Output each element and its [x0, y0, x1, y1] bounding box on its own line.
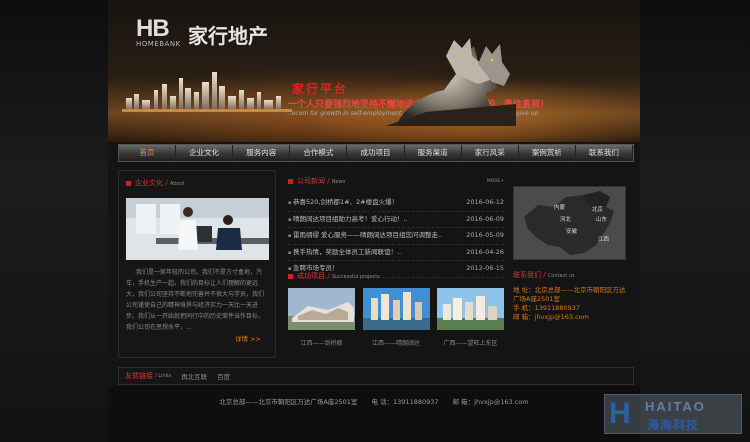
news-item[interactable]: 雷雨绸缪 爱心服务——晴朗阔达项目组您问调整走..2016-05-09: [288, 228, 504, 245]
nav-item-contact[interactable]: 联系我们: [576, 145, 633, 161]
nav-item-channels[interactable]: 服务渠道: [405, 145, 462, 161]
footer: 北京总部——北京市朝阳区万达广场A座2501室 电 话：13911880937 …: [108, 386, 640, 442]
watermark-cn: 海淘科技: [647, 418, 700, 432]
logo-subtitle: HOMEBANK: [136, 40, 181, 48]
news-title: 公司新闻 / News: [288, 176, 504, 186]
friend-link[interactable]: 再北互联: [181, 371, 207, 381]
nav-item-culture[interactable]: 企业文化: [176, 145, 234, 161]
nav-item-projects[interactable]: 成功项目: [347, 145, 405, 161]
projects-title: 成功项目 / Successful projects: [288, 271, 504, 281]
news-item[interactable]: 携手热情，奖励全体员工新闻联谊！..2016-04-26: [288, 245, 504, 261]
project-thumbnail: [288, 288, 355, 330]
brand-name: 家行地产: [188, 24, 268, 48]
nav-item-home[interactable]: 首页: [119, 145, 177, 161]
office-photo: [126, 198, 269, 260]
news-more-link[interactable]: MORE+: [487, 179, 504, 184]
map-label: 北京: [592, 207, 604, 213]
map-label: 江西: [598, 237, 610, 243]
square-bullet-icon: [288, 178, 293, 184]
project-caption: 江西——晴朗阔达: [371, 340, 420, 347]
footer-info: 北京总部——北京市朝阳区万达广场A座2501室 电 话：13911880937 …: [108, 396, 640, 406]
map-shape-icon: [524, 191, 614, 255]
project-thumbnail: [437, 288, 504, 330]
project-item[interactable]: 广西——望旺上东区: [437, 288, 504, 347]
projects-panel: 成功项目 / Successful projects 江西——剑桥郡 江西——晴: [284, 268, 508, 358]
project-caption: 江西——剑桥郡: [300, 340, 343, 347]
main-nav: 首页 企业文化 服务内容 合作模式 成功项目 服务渠道 家行风采 案例赏析 联系…: [118, 144, 634, 162]
header-banner: HB HOMEBANK 家行地产 家行平台 一个人只要强烈地坚持不懈地追求，他就…: [108, 0, 640, 142]
nav-item-services[interactable]: 服务内容: [233, 145, 291, 161]
wolves-image: [386, 38, 516, 126]
logo-letters: HB: [136, 15, 170, 42]
links-title: 友情链接: [125, 372, 153, 380]
contact-email[interactable]: 邮 箱：jhvxjp@163.com: [513, 313, 626, 322]
project-thumbnail: [362, 288, 430, 330]
watermark-logo: H HAITAO 海淘科技: [604, 394, 742, 434]
city-skyline-image: [122, 72, 292, 112]
about-panel: 企业文化 / About 我们是一家年轻的公司。我们不是方寸盒地，汽车，手机生产…: [118, 170, 276, 358]
page-background-left: [0, 0, 108, 442]
map-label: 内蒙: [554, 205, 566, 211]
nav-item-cases[interactable]: 案例赏析: [519, 145, 576, 161]
news-panel: 公司新闻 / News MORE+ 恭喜520,剑桥郡1#、2#楼盘火爆！201…: [284, 170, 508, 278]
news-item[interactable]: 恭喜520,剑桥郡1#、2#楼盘火爆！2016-06-12: [288, 195, 504, 212]
footer-phone: 电 话：13911880937: [371, 398, 439, 406]
contact-info: 地 址：北京总部——北京市朝阳区万达 广场A座2501室 手 机：1391188…: [513, 286, 626, 322]
project-item[interactable]: 江西——晴朗阔达: [362, 288, 430, 347]
watermark-en: HAITAO: [645, 399, 706, 414]
footer-address: 北京总部——北京市朝阳区万达广场A座2501室: [219, 398, 358, 406]
friend-links-bar: 友情链接 / Links 再北互联 百度: [118, 367, 634, 385]
square-bullet-icon: [126, 180, 131, 186]
contact-phone: 手 机：13911880937: [513, 304, 581, 312]
nav-item-style[interactable]: 家行风采: [462, 145, 519, 161]
map-label: 安徽: [566, 229, 578, 235]
footer-email: 邮 箱：jhvxjp@163.com: [452, 398, 529, 406]
map-label: 河北: [560, 217, 572, 223]
square-bullet-icon: [288, 273, 293, 279]
about-more-link[interactable]: 详情 >>: [235, 333, 261, 343]
contact-title: 联系我们 / Contact us: [513, 271, 575, 279]
nav-item-cooperation[interactable]: 合作模式: [290, 145, 348, 161]
project-item[interactable]: 江西——剑桥郡: [288, 288, 355, 347]
project-caption: 广西——望旺上东区: [443, 340, 498, 347]
about-text: 我们是一家年轻的公司。我们不是方寸盒地，汽车，手机生产一起。我们的目标让人们理解…: [126, 269, 265, 331]
contact-address: 地 址：北京总部——北京市朝阳区万达: [513, 286, 626, 294]
right-column: 内蒙 北京 河北 山东 安徽 江西 联系我们 / Contact us 地 址：…: [513, 186, 626, 322]
links-title-en: / Links: [155, 373, 172, 379]
logo[interactable]: HB HOMEBANK: [136, 15, 181, 49]
news-item[interactable]: 晴朗阔达项目组助力高考！爱心行动！..2016-06-09: [288, 212, 504, 228]
china-map[interactable]: 内蒙 北京 河北 山东 安徽 江西: [513, 186, 626, 260]
page-background-right: [640, 0, 750, 442]
watermark-h-icon: H: [609, 397, 631, 430]
map-label: 山东: [596, 217, 608, 223]
slogan-title: 家行平台: [292, 82, 349, 96]
about-title: 企业文化 / About: [126, 178, 268, 188]
friend-link[interactable]: 百度: [217, 371, 230, 381]
contact-address-2: 广场A座2501室: [513, 295, 560, 303]
